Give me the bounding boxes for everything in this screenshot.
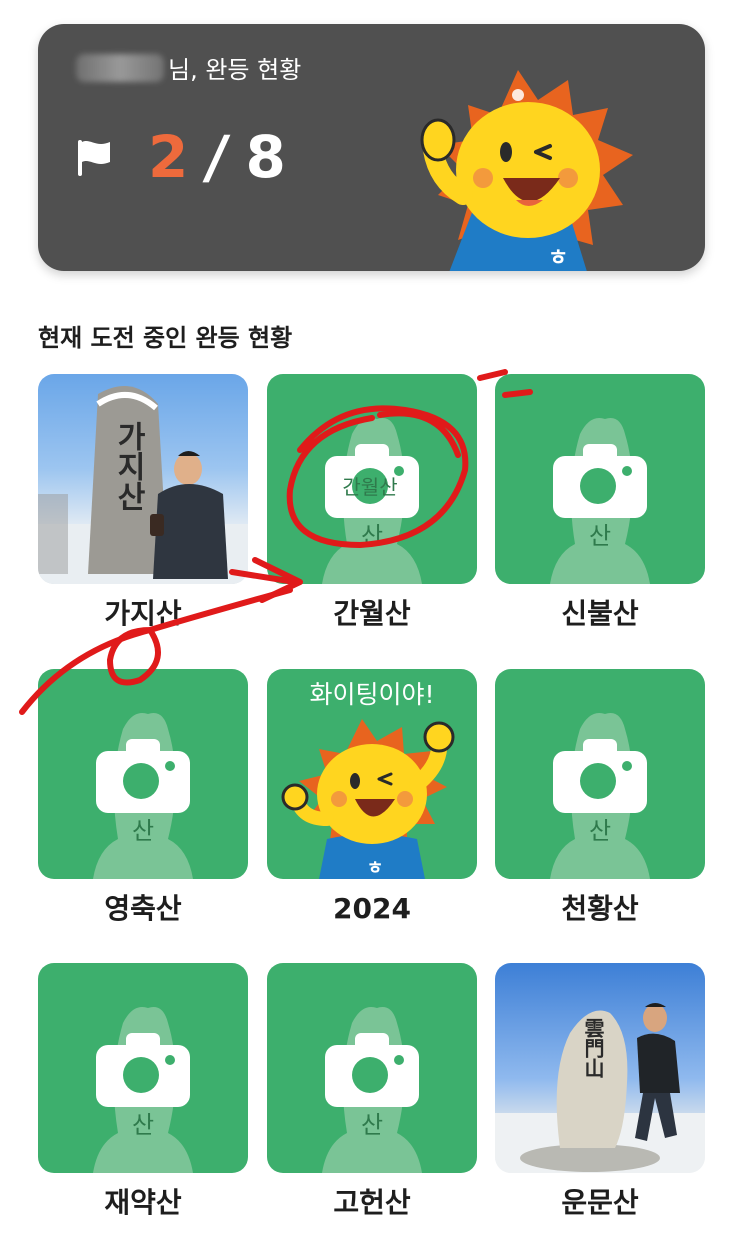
svg-text:산: 산	[361, 1111, 383, 1139]
section-title: 현재 도전 중인 완등 현황	[38, 324, 293, 352]
mountain-card-unmunsan[interactable]: 雲門山 운문산	[495, 963, 705, 1223]
svg-text:산: 산	[361, 522, 383, 550]
mountain-name: 천황산	[561, 892, 639, 925]
summit-photo-gajisan: 가지산	[38, 386, 248, 584]
greeting: 님, 완등 현황	[76, 50, 301, 85]
mascot-tile[interactable]: 화이팅이야! ㅎ	[267, 669, 477, 879]
mountain-photo[interactable]: 가지산	[38, 374, 248, 584]
mountain-name: 고헌산	[333, 1186, 411, 1219]
mountain-card-jaeyaksan[interactable]: 산 재약산	[38, 963, 248, 1223]
completion-status-card[interactable]: 님, 완등 현황 2 / 8 ㅎ	[38, 24, 705, 271]
stone-text: 가지산	[111, 421, 146, 511]
mountain-card-yeongchuksan[interactable]: 산 영축산	[38, 669, 248, 929]
svg-text:간월산: 간월산	[342, 475, 397, 499]
svg-text:산: 산	[132, 1111, 154, 1139]
mountain-card-ganwolsan[interactable]: 산 간월산 간월산	[267, 374, 477, 634]
svg-text:산: 산	[589, 522, 611, 550]
camera-icon[interactable]	[553, 739, 647, 813]
camera-icon[interactable]	[96, 1033, 190, 1107]
mountain-name: 2024	[333, 892, 411, 925]
camera-icon[interactable]	[325, 1033, 419, 1107]
upload-photo-tile[interactable]: 산 간월산	[267, 374, 477, 584]
cheer-text: 화이팅이야!	[309, 680, 435, 709]
completion-counter: 2 / 8	[74, 112, 286, 202]
mountain-name: 간월산	[333, 597, 411, 630]
svg-text:ㅎ: ㅎ	[548, 246, 568, 271]
completed-count: 2	[148, 123, 189, 191]
camera-icon[interactable]: 간월산	[325, 444, 419, 518]
flag-icon	[78, 140, 110, 176]
blurred-username	[76, 53, 164, 82]
mountain-name: 가지산	[104, 597, 182, 630]
mountain-card-goheonsan[interactable]: 산 고헌산	[267, 963, 477, 1223]
mountain-name: 영축산	[104, 892, 182, 925]
svg-text:산: 산	[132, 817, 154, 845]
stone-text: 雲門山	[581, 1018, 605, 1078]
upload-photo-tile[interactable]: 산	[495, 669, 705, 879]
mountain-card-sinbulsan[interactable]: 산 신불산	[495, 374, 705, 634]
sun-mascot-illustration: ㅎ	[420, 70, 633, 271]
mountain-card-cheonhwangsan[interactable]: 산 천황산	[495, 669, 705, 929]
total-count: 8	[245, 123, 286, 191]
svg-text:ㅎ: ㅎ	[367, 858, 384, 879]
count-separator: /	[201, 123, 233, 191]
mountain-card-2024[interactable]: 화이팅이야! ㅎ 2024	[267, 669, 477, 929]
summit-photo-unmunsan: 雲門山	[495, 1003, 705, 1173]
mountain-name: 운문산	[561, 1186, 639, 1219]
mountain-name: 신불산	[561, 597, 639, 630]
upload-photo-tile[interactable]: 산	[38, 669, 248, 879]
camera-icon[interactable]	[96, 739, 190, 813]
mountain-card-gajisan[interactable]: 가지산 가지산	[38, 374, 248, 634]
upload-photo-tile[interactable]: 산	[495, 374, 705, 584]
greeting-text: 님, 완등 현황	[168, 56, 302, 84]
upload-photo-tile[interactable]: 산	[267, 963, 477, 1173]
mountain-photo[interactable]: 雲門山	[495, 963, 705, 1173]
camera-icon[interactable]	[553, 444, 647, 518]
svg-text:산: 산	[589, 817, 611, 845]
upload-photo-tile[interactable]: 산	[38, 963, 248, 1173]
mountain-name: 재약산	[104, 1186, 182, 1219]
